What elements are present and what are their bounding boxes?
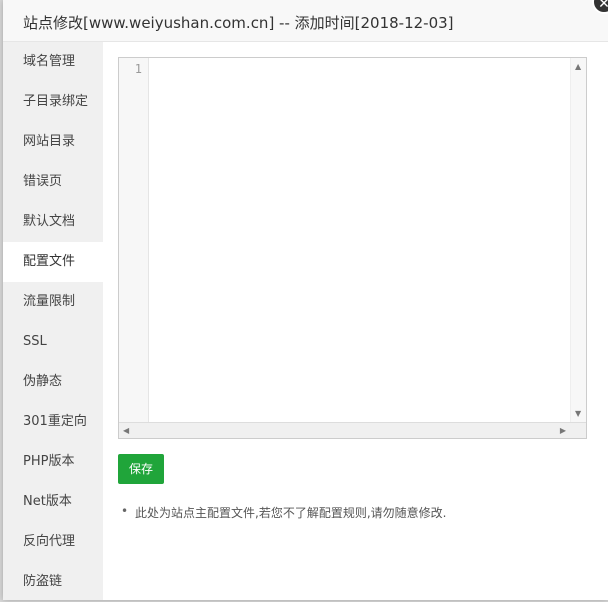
scroll-right-icon[interactable]: ▶: [560, 426, 566, 435]
sidebar-item-php-version[interactable]: PHP版本: [3, 442, 103, 482]
sidebar-item-ssl[interactable]: SSL: [3, 322, 103, 362]
settings-sidebar: 域名管理 子目录绑定 网站目录 错误页 默认文档 配置文件 流量限制 SSL 伪…: [3, 42, 103, 600]
site-settings-dialog: 站点修改[www.weiyushan.com.cn] -- 添加时间[2018-…: [3, 0, 608, 600]
sidebar-item-site-directory[interactable]: 网站目录: [3, 122, 103, 162]
editor-vertical-scrollbar[interactable]: ▲ ▼: [570, 58, 586, 422]
scroll-up-icon[interactable]: ▲: [575, 62, 581, 71]
save-button[interactable]: 保存: [118, 454, 164, 484]
sidebar-item-net-version[interactable]: Net版本: [3, 482, 103, 522]
scroll-down-icon[interactable]: ▼: [575, 409, 581, 418]
sidebar-item-config-file[interactable]: 配置文件: [3, 242, 103, 282]
sidebar-item-error-page[interactable]: 错误页: [3, 162, 103, 202]
config-editor[interactable]: 1 ▲ ▼ ◀ ▶: [118, 57, 587, 439]
sidebar-item-traffic-limit[interactable]: 流量限制: [3, 282, 103, 322]
editor-horizontal-scrollbar[interactable]: ◀ ▶: [119, 422, 586, 438]
dialog-title: 站点修改[www.weiyushan.com.cn] -- 添加时间[2018-…: [23, 14, 454, 32]
sidebar-item-domain[interactable]: 域名管理: [3, 42, 103, 82]
sidebar-item-reverse-proxy[interactable]: 反向代理: [3, 522, 103, 562]
line-number: 1: [134, 62, 142, 76]
sidebar-item-redirect[interactable]: 301重定向: [3, 402, 103, 442]
sidebar-item-default-document[interactable]: 默认文档: [3, 202, 103, 242]
sidebar-item-subdir-binding[interactable]: 子目录绑定: [3, 82, 103, 122]
sidebar-item-hotlink-protection[interactable]: 防盗链: [3, 562, 103, 602]
dialog-title-bar[interactable]: 站点修改[www.weiyushan.com.cn] -- 添加时间[2018-…: [3, 0, 608, 42]
scroll-left-icon[interactable]: ◀: [123, 426, 129, 435]
config-warning-tip: 此处为站点主配置文件,若您不了解配置规则,请勿随意修改.: [121, 504, 446, 521]
editor-gutter: 1: [119, 58, 149, 422]
config-file-panel: 1 ▲ ▼ ◀ ▶ 保存 此处为站点主配置文件,若您不了解配置规则,请勿随意修改…: [103, 42, 608, 600]
sidebar-item-rewrite[interactable]: 伪静态: [3, 362, 103, 402]
